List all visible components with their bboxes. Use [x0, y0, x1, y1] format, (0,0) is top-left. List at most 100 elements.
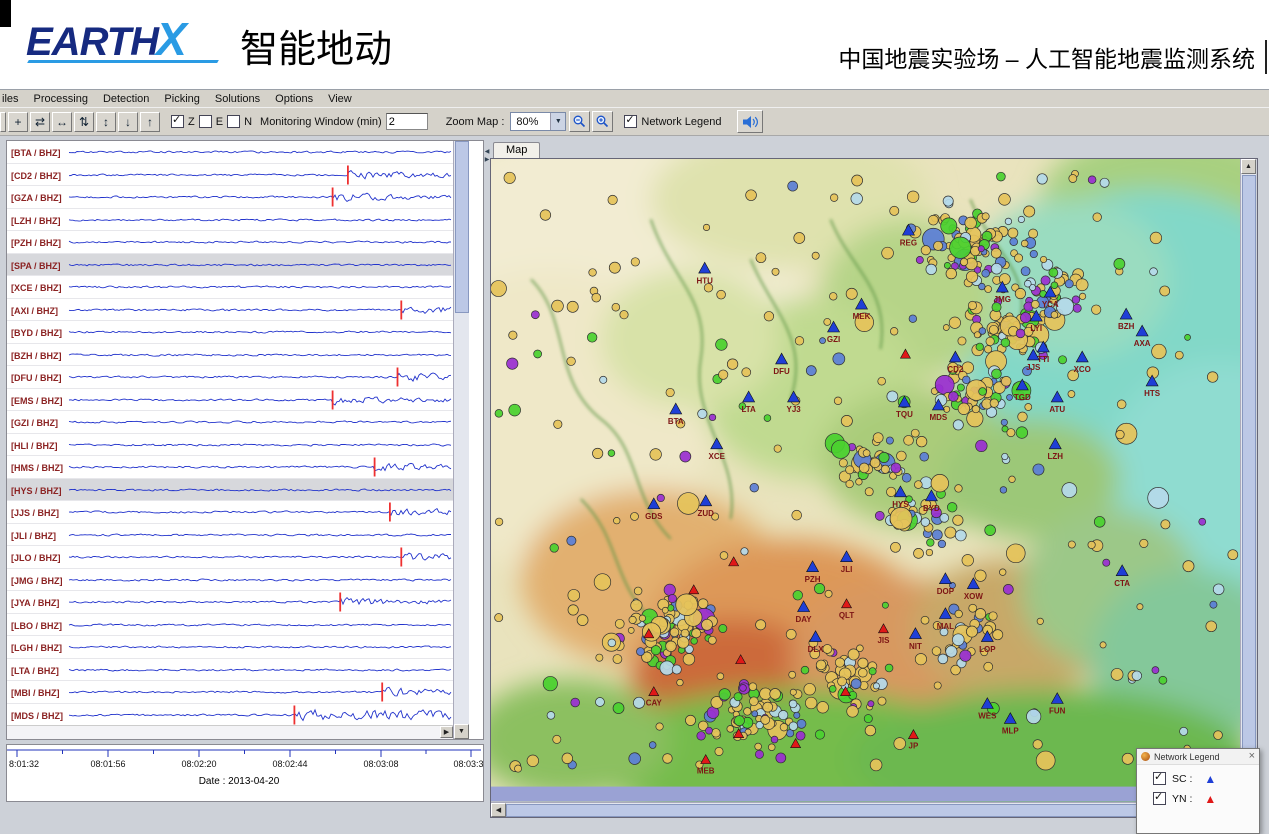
event-marker[interactable] — [657, 494, 664, 501]
event-marker[interactable] — [628, 627, 634, 633]
event-marker[interactable] — [1000, 487, 1007, 494]
event-marker[interactable] — [966, 626, 977, 637]
event-marker[interactable] — [547, 711, 555, 719]
event-marker[interactable] — [1228, 550, 1238, 560]
event-marker[interactable] — [829, 293, 837, 301]
event-marker[interactable] — [495, 614, 503, 622]
event-marker[interactable] — [881, 465, 889, 473]
waveform-row-lzh[interactable]: [LZH / BHZ] — [7, 209, 453, 232]
event-marker[interactable] — [613, 655, 622, 664]
event-marker[interactable] — [1180, 727, 1188, 735]
event-marker[interactable] — [997, 172, 1006, 181]
event-marker[interactable] — [768, 744, 775, 751]
event-marker[interactable] — [879, 452, 889, 462]
event-marker[interactable] — [950, 237, 971, 258]
event-marker[interactable] — [841, 415, 852, 426]
event-marker[interactable] — [960, 258, 967, 265]
event-marker[interactable] — [945, 527, 956, 538]
event-marker[interactable] — [868, 701, 874, 707]
legend-checkbox-sc[interactable] — [1153, 772, 1166, 785]
event-marker[interactable] — [873, 433, 883, 443]
waveform-row-jmg[interactable]: [JMG / BHZ] — [7, 569, 453, 592]
event-marker[interactable] — [706, 727, 713, 734]
event-marker[interactable] — [1073, 304, 1081, 312]
event-marker[interactable] — [608, 195, 617, 204]
event-marker[interactable] — [935, 375, 954, 394]
event-marker[interactable] — [992, 369, 1002, 379]
legend-checkbox-yn[interactable] — [1153, 792, 1166, 805]
event-marker[interactable] — [968, 301, 976, 309]
event-marker[interactable] — [543, 676, 557, 690]
event-marker[interactable] — [562, 753, 573, 764]
event-marker[interactable] — [734, 716, 744, 726]
event-marker[interactable] — [1030, 250, 1037, 257]
event-marker[interactable] — [794, 233, 805, 244]
event-marker[interactable] — [1041, 276, 1050, 285]
event-marker[interactable] — [631, 512, 639, 520]
event-marker[interactable] — [948, 392, 958, 402]
event-marker[interactable] — [749, 683, 757, 691]
event-marker[interactable] — [962, 555, 974, 567]
event-marker[interactable] — [1031, 300, 1039, 308]
event-marker[interactable] — [823, 644, 832, 653]
event-marker[interactable] — [931, 474, 949, 492]
event-marker[interactable] — [592, 448, 602, 458]
event-marker[interactable] — [670, 628, 679, 637]
event-marker[interactable] — [829, 686, 836, 693]
event-marker[interactable] — [1072, 296, 1080, 304]
event-marker[interactable] — [567, 301, 578, 312]
clipped-toolbar-button[interactable] — [0, 112, 6, 132]
event-marker[interactable] — [957, 384, 964, 391]
event-marker[interactable] — [916, 256, 923, 263]
event-marker[interactable] — [1040, 256, 1046, 262]
event-marker[interactable] — [952, 634, 964, 646]
event-marker[interactable] — [846, 466, 854, 474]
event-marker[interactable] — [1100, 178, 1109, 187]
event-marker[interactable] — [978, 246, 984, 252]
event-marker[interactable] — [550, 544, 559, 553]
event-marker[interactable] — [790, 689, 796, 695]
waveform-row-lta[interactable]: [LTA / BHZ] — [7, 659, 453, 682]
event-marker[interactable] — [890, 206, 899, 215]
event-marker[interactable] — [984, 662, 993, 671]
event-marker[interactable] — [631, 600, 642, 611]
event-marker[interactable] — [744, 708, 752, 716]
event-marker[interactable] — [878, 377, 886, 385]
event-marker[interactable] — [921, 246, 930, 255]
event-marker[interactable] — [656, 723, 663, 730]
event-marker[interactable] — [717, 290, 726, 299]
event-marker[interactable] — [985, 286, 992, 293]
event-marker[interactable] — [698, 599, 708, 609]
waveform-row-gza[interactable]: [GZA / BHZ] — [7, 186, 453, 209]
event-marker[interactable] — [946, 646, 957, 657]
event-marker[interactable] — [495, 409, 503, 417]
event-marker[interactable] — [1024, 206, 1035, 217]
event-marker[interactable] — [719, 624, 727, 632]
network-legend-window[interactable]: Network Legend × SC :▲YN :▲ — [1136, 748, 1260, 834]
event-marker[interactable] — [1008, 228, 1018, 238]
event-marker[interactable] — [609, 262, 620, 273]
event-marker[interactable] — [976, 343, 984, 351]
event-marker[interactable] — [927, 539, 935, 547]
align-button[interactable]: + — [8, 112, 28, 132]
event-marker[interactable] — [649, 742, 656, 749]
event-marker[interactable] — [629, 753, 641, 765]
event-marker[interactable] — [932, 647, 941, 656]
event-marker[interactable] — [814, 583, 824, 593]
event-marker[interactable] — [789, 722, 798, 731]
event-marker[interactable] — [943, 325, 949, 331]
event-marker[interactable] — [776, 753, 786, 763]
event-marker[interactable] — [1114, 258, 1125, 269]
network-legend-header[interactable]: Network Legend × — [1137, 749, 1259, 765]
map-vscrollbar[interactable]: ▲ ▼ — [1240, 159, 1256, 802]
event-marker[interactable] — [815, 730, 824, 739]
event-marker[interactable] — [715, 747, 723, 755]
scroll-down-button[interactable]: ↓ — [118, 112, 138, 132]
event-marker[interactable] — [1116, 430, 1125, 439]
event-marker[interactable] — [1152, 667, 1159, 674]
event-marker[interactable] — [955, 610, 963, 618]
event-marker[interactable] — [752, 711, 758, 717]
event-marker[interactable] — [857, 645, 864, 652]
event-marker[interactable] — [894, 738, 906, 750]
event-marker[interactable] — [608, 639, 616, 647]
